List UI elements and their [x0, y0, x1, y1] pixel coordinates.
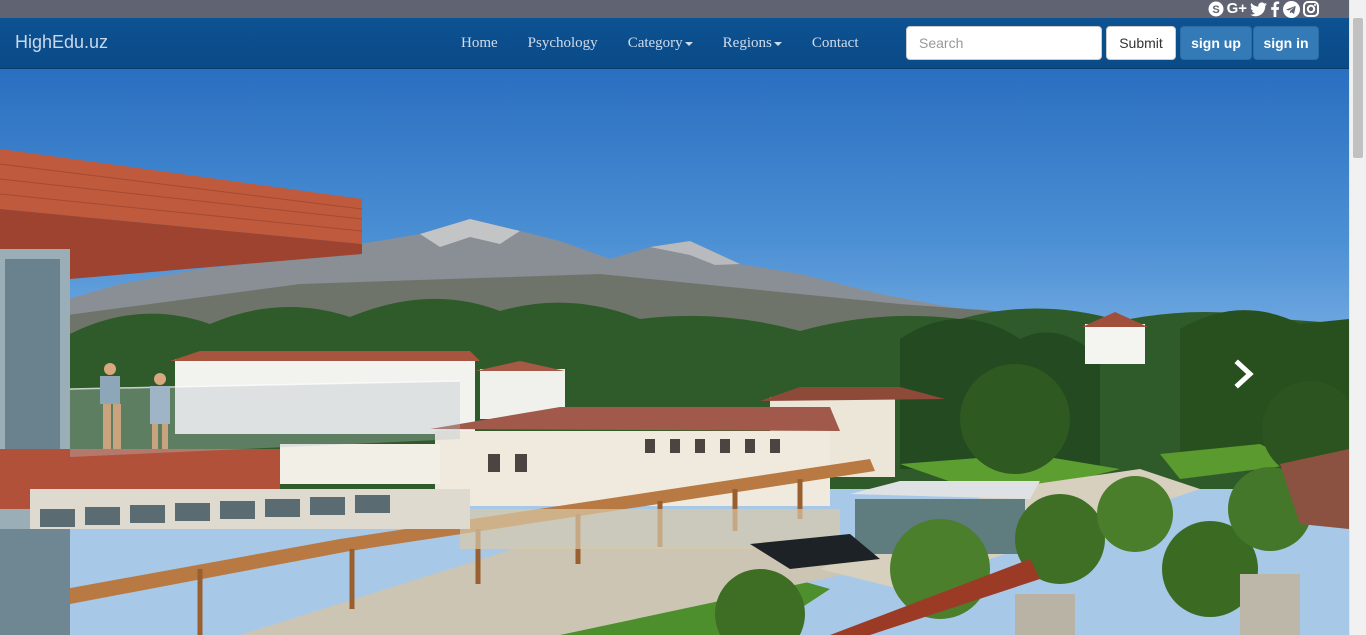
carousel-next-button[interactable] — [1232, 359, 1256, 389]
social-topbar: S G+ — [0, 0, 1349, 18]
search-input[interactable] — [906, 26, 1102, 60]
facebook-icon[interactable] — [1270, 1, 1280, 17]
page-scrollbar[interactable] — [1349, 0, 1366, 635]
caret-down-icon — [773, 41, 782, 46]
social-links: S G+ — [1208, 0, 1319, 18]
sign-in-button[interactable]: sign in — [1253, 26, 1319, 60]
nav-home[interactable]: Home — [446, 18, 513, 69]
twitter-icon[interactable] — [1250, 1, 1267, 17]
brand-logo-link[interactable]: HighEdu.uz — [15, 32, 108, 53]
nav-regions-dropdown[interactable]: Regions — [708, 18, 797, 69]
svg-text:S: S — [1212, 4, 1219, 16]
nav-psychology[interactable]: Psychology — [513, 18, 613, 69]
instagram-icon[interactable] — [1303, 1, 1319, 17]
google-plus-icon[interactable]: G+ — [1227, 1, 1247, 17]
chevron-right-icon — [1234, 359, 1254, 389]
main-navbar: HighEdu.uz Home Psychology Category Regi… — [0, 18, 1349, 69]
scrollbar-thumb[interactable] — [1353, 18, 1363, 158]
caret-down-icon — [684, 41, 693, 46]
nav-category-label: Category — [627, 35, 683, 51]
nav-contact[interactable]: Contact — [797, 18, 874, 69]
main-nav: Home Psychology Category Regions Contact — [446, 18, 874, 69]
nav-regions-label: Regions — [722, 35, 772, 51]
telegram-icon[interactable] — [1283, 0, 1300, 18]
nav-category-dropdown[interactable]: Category — [613, 18, 708, 69]
submit-button[interactable]: Submit — [1106, 26, 1176, 60]
campus-photo — [0, 149, 1349, 635]
hero-carousel — [0, 69, 1349, 635]
skype-icon[interactable]: S — [1208, 1, 1224, 17]
sign-up-button[interactable]: sign up — [1180, 26, 1252, 60]
